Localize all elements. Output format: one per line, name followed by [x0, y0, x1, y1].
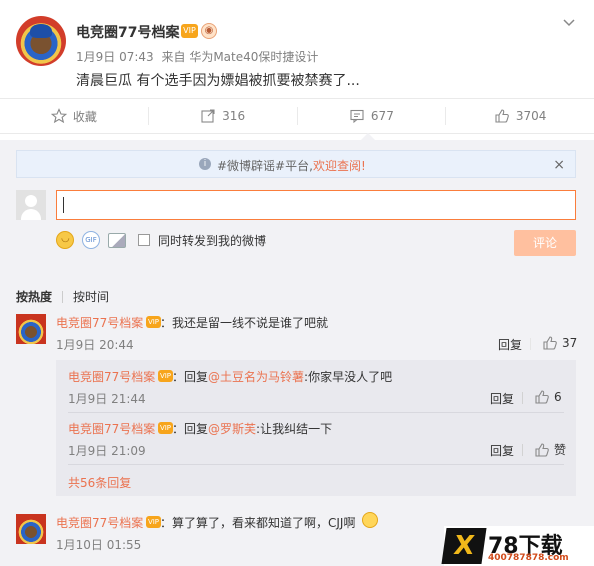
reply-time: 1月9日 21:44	[68, 392, 146, 406]
sort-divider	[62, 290, 64, 303]
close-icon[interactable]: ×	[553, 157, 565, 173]
reply-body: :你家早没人了吧	[304, 370, 393, 384]
reply-text: ：回复@罗斯芙:让我纠结一下	[172, 420, 332, 437]
reply-like-button[interactable]: 6	[534, 389, 562, 405]
watermark-logo: X 78下载 400787878.com	[441, 526, 594, 566]
replies-panel: 电竞圈77号档案 VIP ：回复@土豆名为马铃薯:你家早没人了吧 1月9日 21…	[56, 360, 576, 496]
vip-badge-icon: VIP	[146, 516, 161, 528]
reply-time: 1月9日 21:09	[68, 444, 146, 458]
comment-text: ：我还是留一线不说是谁了吧就	[160, 316, 329, 330]
chevron-down-icon[interactable]	[562, 16, 576, 30]
divider	[522, 392, 523, 404]
comment-author[interactable]: 电竞圈77号档案	[56, 514, 143, 531]
favorite-button[interactable]: 收藏	[0, 107, 149, 125]
reply-separator	[68, 412, 564, 413]
notice-prefix[interactable]: #微博辟谣#平台,	[217, 159, 313, 173]
more-replies-link[interactable]: 共56条回复	[68, 474, 131, 491]
reply-separator	[68, 464, 564, 465]
repost-label: 同时转发到我的微博	[158, 233, 267, 248]
vip-badge-icon: VIP	[146, 316, 161, 328]
reply-body: :让我纠结一下	[256, 422, 333, 436]
comment-input[interactable]	[56, 190, 576, 220]
like-button[interactable]: 3704	[446, 107, 594, 125]
reply-text: ：回复@土豆名为马铃薯:你家早没人了吧	[172, 368, 392, 385]
reply-button[interactable]: 回复	[498, 336, 522, 353]
comment-like-count: 37	[562, 336, 578, 350]
sort-by-hot[interactable]: 按热度	[16, 288, 52, 305]
like-count: 3704	[515, 109, 547, 123]
reply-mention[interactable]: @土豆名为马铃薯	[208, 370, 304, 384]
comment-text: ：算了算了，看来都知道了啊，CJJ啊	[160, 516, 356, 530]
comment-like-button[interactable]: 37	[542, 335, 577, 351]
thumbs-up-icon	[535, 442, 549, 457]
gif-icon[interactable]: GIF	[82, 231, 100, 249]
post-date[interactable]: 1月9日 07:43	[76, 50, 154, 64]
watermark-x: X	[441, 528, 487, 564]
post-meta: 1月9日 07:43 来自 华为Mate40保时捷设计	[76, 48, 322, 65]
comment-avatar[interactable]	[16, 314, 46, 344]
comment-count: 677	[370, 109, 394, 123]
vip-badge-icon: VIP	[181, 24, 198, 38]
favorite-label: 收藏	[72, 109, 97, 124]
comment-time: 1月9日 20:44	[56, 338, 134, 352]
reply-prefix: ：回复	[172, 370, 209, 384]
rumor-notice: i #微博辟谣#平台,欢迎查阅! ×	[16, 150, 576, 178]
reply-prefix: ：回复	[172, 422, 209, 436]
comment-avatar[interactable]	[16, 514, 46, 544]
my-avatar	[16, 190, 46, 220]
fan-badge-icon: ◉	[201, 23, 217, 39]
vip-badge-icon: VIP	[158, 370, 173, 382]
notice-link[interactable]: 欢迎查阅!	[313, 159, 366, 173]
comment-button[interactable]: 677	[298, 107, 447, 125]
author-avatar[interactable]	[16, 16, 66, 66]
repost-icon	[201, 109, 215, 123]
post-header: 电竞圈77号档案 VIP ◉ 1月9日 07:43 来自 华为Mate40保时捷…	[0, 0, 594, 96]
notice-text: #微博辟谣#平台,欢迎查阅!	[217, 157, 366, 174]
repost-count: 316	[222, 109, 246, 123]
repost-button[interactable]: 316	[149, 107, 298, 125]
repost-checkbox[interactable]	[138, 234, 150, 246]
post-text: 清晨巨瓜 有个选手因为嫖娼被抓要被禁赛了...	[76, 73, 360, 89]
compose-toolbar: GIF 同时转发到我的微博	[56, 230, 266, 250]
divider	[530, 338, 531, 350]
reply-mention[interactable]: @罗斯芙	[208, 422, 256, 436]
star-icon	[50, 108, 67, 124]
divider	[522, 444, 523, 456]
thumbs-up-icon	[535, 390, 549, 404]
emoji-icon[interactable]	[56, 231, 74, 249]
submit-comment-button[interactable]: 评论	[514, 230, 576, 256]
post-source: 来自 华为Mate40保时捷设计	[161, 50, 319, 64]
reply-button[interactable]: 回复	[490, 390, 514, 407]
image-icon[interactable]	[108, 232, 126, 248]
reply-like-label: 赞	[554, 443, 567, 457]
sort-by-time[interactable]: 按时间	[73, 288, 109, 305]
author-name[interactable]: 电竞圈77号档案	[76, 22, 179, 42]
info-icon: i	[199, 158, 211, 170]
sort-bar: 按热度 按时间	[16, 288, 109, 305]
vip-badge-icon: VIP	[158, 422, 173, 434]
comment-icon	[350, 109, 364, 124]
emoji-icon	[362, 512, 378, 528]
comment-author[interactable]: 电竞圈77号档案	[56, 314, 143, 331]
text-cursor	[63, 197, 64, 213]
comment-area: i #微博辟谣#平台,欢迎查阅! × GIF 同时转发到我的微博 评论 按热度 …	[0, 140, 594, 566]
comment-time: 1月10日 01:55	[56, 538, 142, 552]
reply-author[interactable]: 电竞圈77号档案	[68, 368, 155, 385]
reply-like-count: 6	[554, 390, 562, 404]
action-bar: 收藏 316 677 3704	[0, 98, 594, 134]
watermark-url: 400787878.com	[488, 553, 569, 563]
thumbs-up-icon	[543, 336, 557, 350]
reply-button[interactable]: 回复	[490, 442, 514, 459]
reply-like-button[interactable]: 赞	[534, 441, 566, 458]
thumbs-up-icon	[495, 109, 509, 123]
reply-author[interactable]: 电竞圈77号档案	[68, 420, 155, 437]
